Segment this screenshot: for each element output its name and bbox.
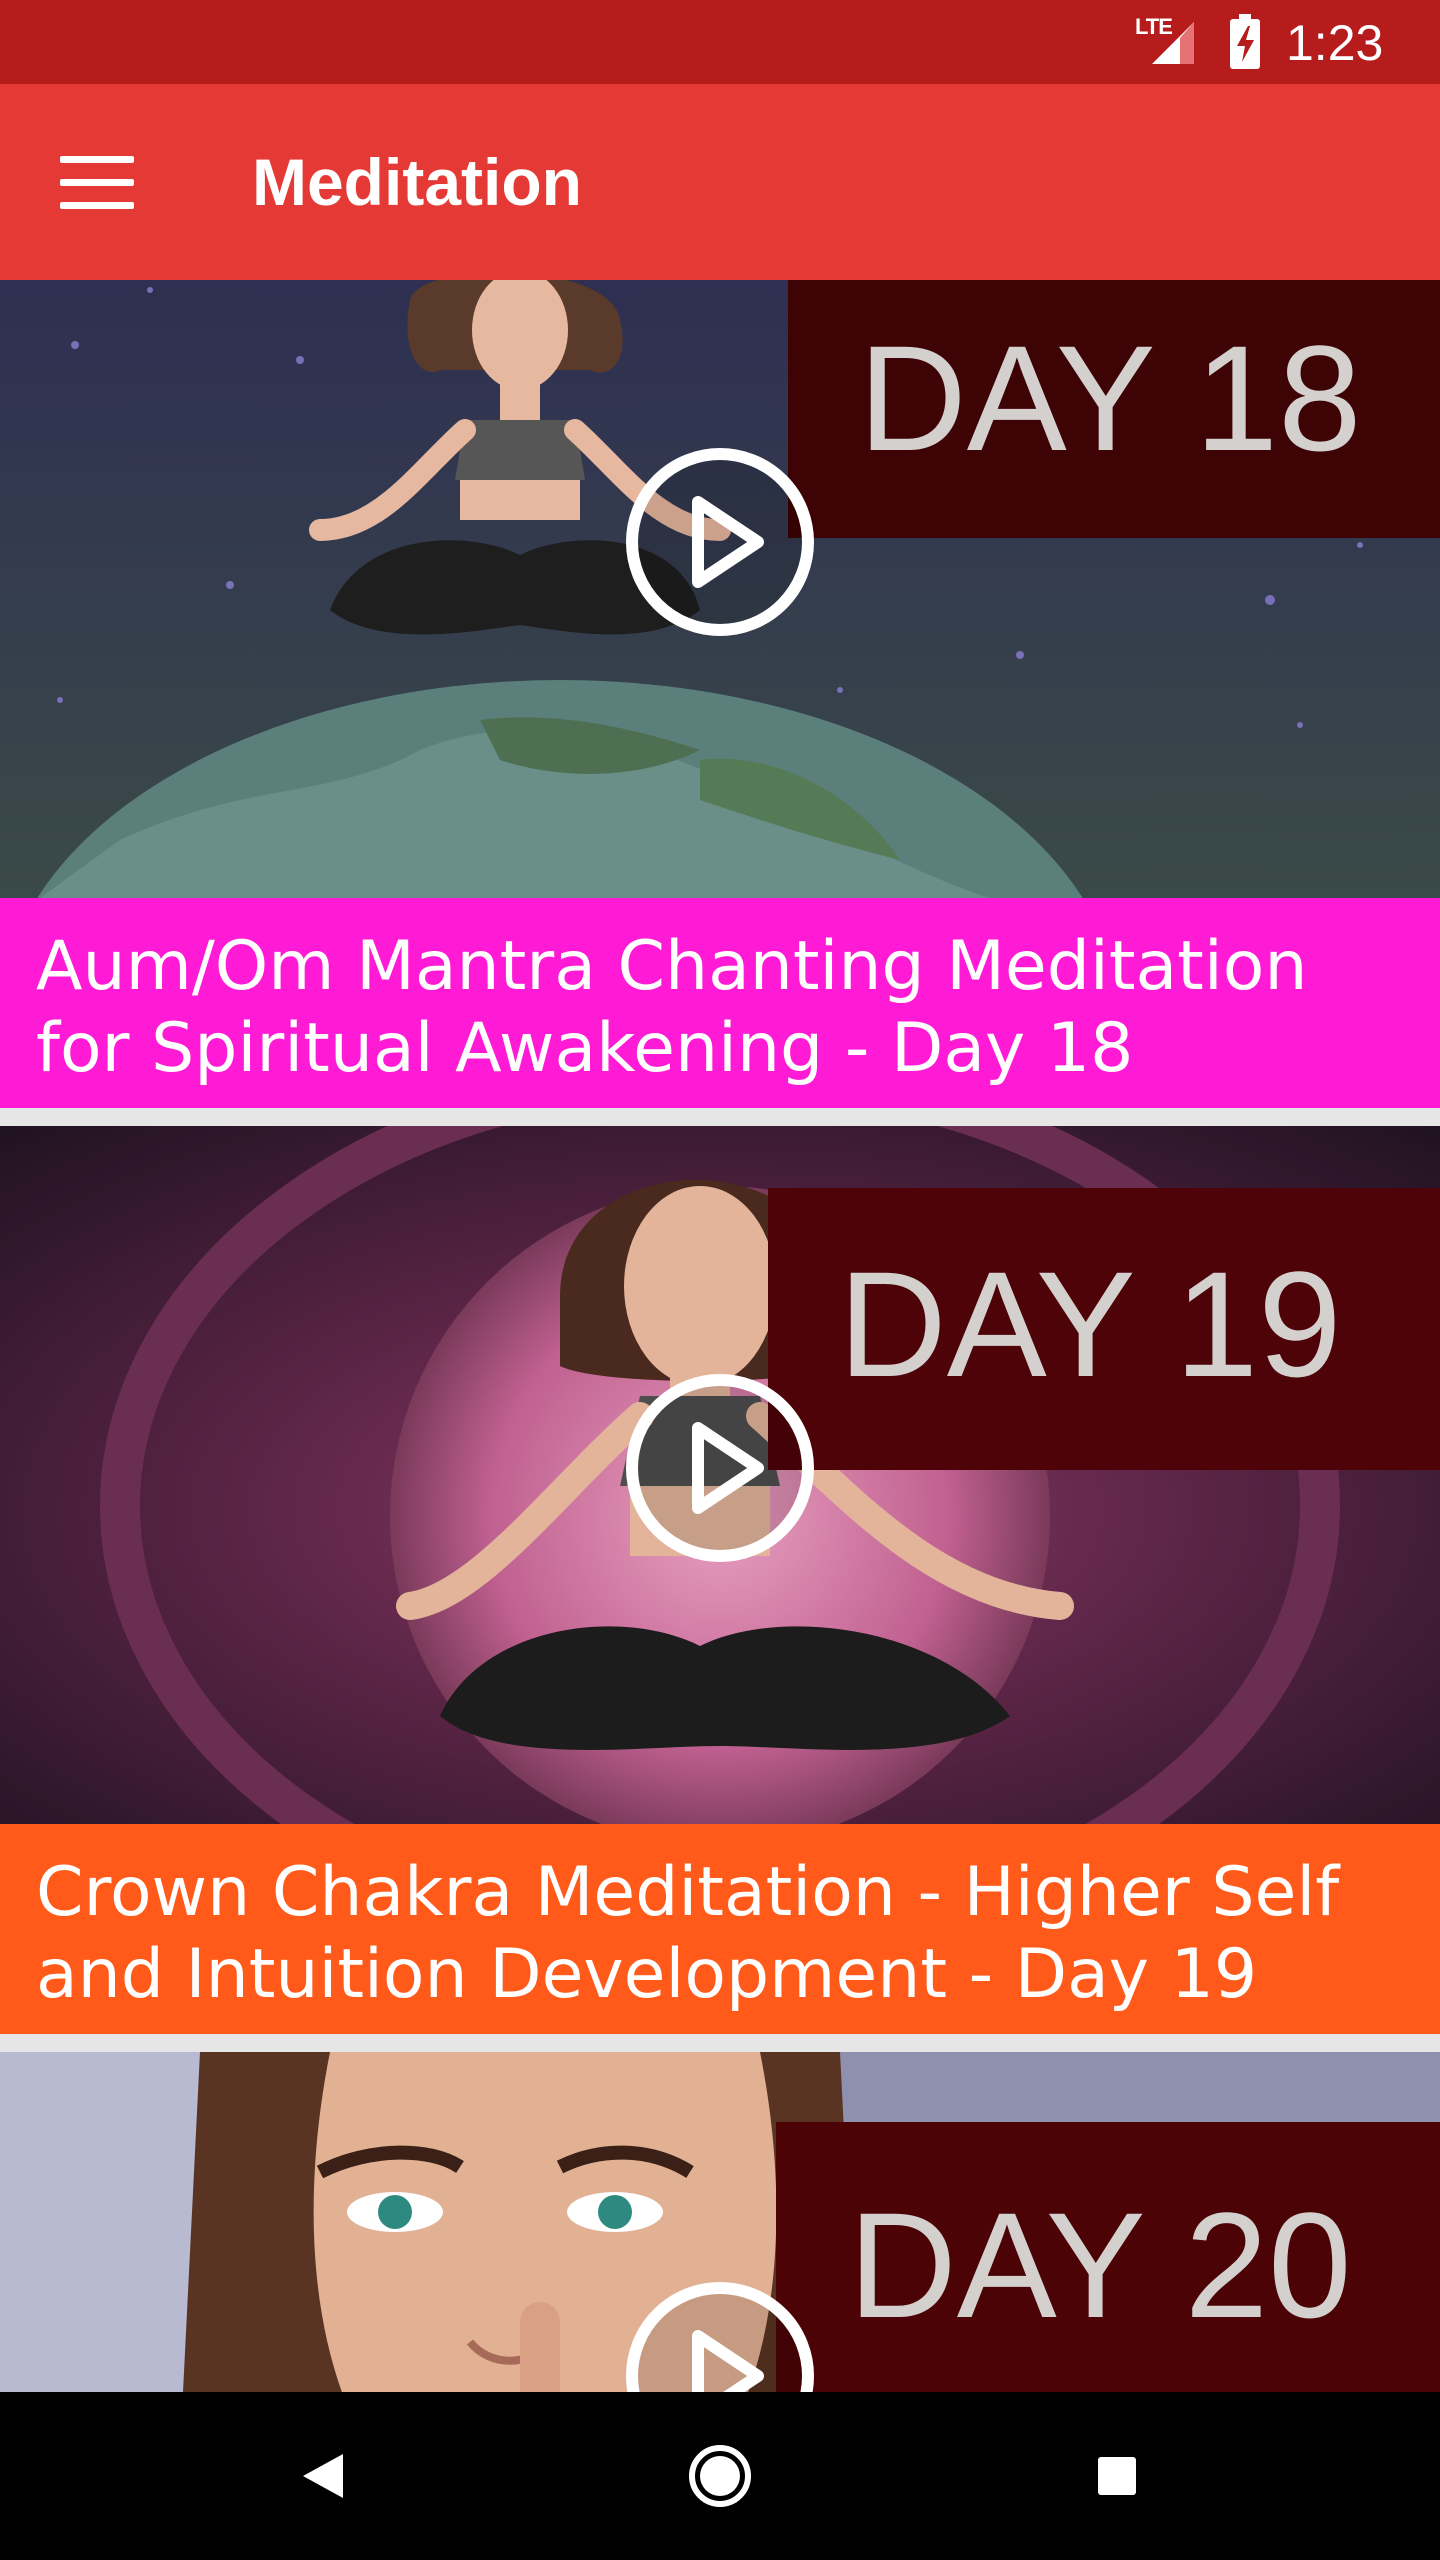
recents-square-icon[interactable] (1057, 2416, 1177, 2536)
battery-charging-icon (1230, 14, 1260, 69)
video-title[interactable]: Crown Chakra Meditation - Higher Self an… (0, 1824, 1440, 2034)
system-navigation-bar (0, 2392, 1440, 2560)
screen: LTE 1:23 Meditation DAY 18 Aum/Om Mantra… (0, 0, 1440, 2560)
video-card[interactable]: DAY 20 (0, 2052, 1440, 2392)
status-clock: 1:23 (1286, 15, 1384, 71)
app-title: Meditation (252, 145, 582, 219)
status-bar: LTE 1:23 (0, 0, 1440, 84)
video-card[interactable]: DAY 18 Aum/Om Mantra Chanting Meditation… (0, 280, 1440, 1108)
hamburger-menu-icon[interactable] (40, 136, 152, 228)
video-title[interactable]: Aum/Om Mantra Chanting Meditation for Sp… (0, 898, 1440, 1108)
signal-strength-icon (1152, 22, 1194, 64)
app-bar: Meditation (0, 84, 1440, 280)
day-badge-label: DAY 20 (848, 2181, 1351, 2349)
back-triangle-icon[interactable] (263, 2416, 383, 2536)
day-badge-label: DAY 18 (858, 314, 1361, 482)
play-icon[interactable] (624, 2280, 816, 2392)
play-icon[interactable] (624, 446, 816, 638)
video-feed[interactable]: DAY 18 Aum/Om Mantra Chanting Meditation… (0, 280, 1440, 2392)
day-badge-label: DAY 19 (838, 1240, 1341, 1408)
home-circle-icon[interactable] (660, 2416, 780, 2536)
play-icon[interactable] (624, 1372, 816, 1564)
video-card[interactable]: DAY 19 Crown Chakra Meditation - Higher … (0, 1126, 1440, 2034)
